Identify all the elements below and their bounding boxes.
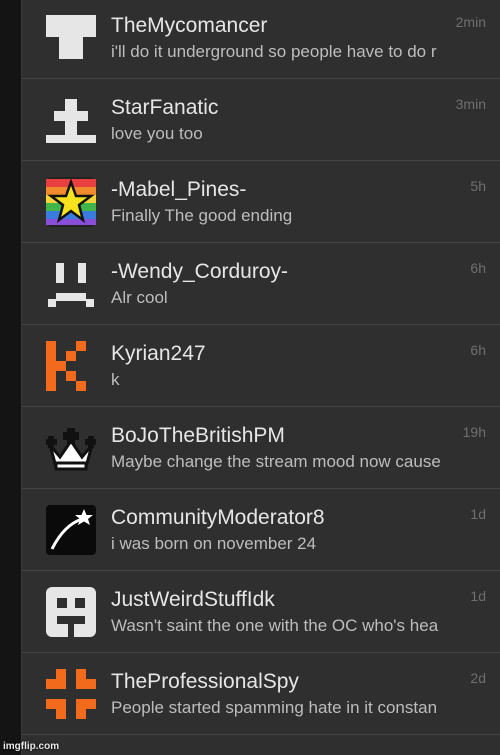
conversation-preview: Finally The good ending [111, 206, 293, 225]
conversation-time: 6h [470, 342, 486, 358]
conversation-row[interactable]: BoJoTheBritishPM Maybe change the stream… [22, 407, 500, 489]
conversation-row[interactable]: Kyrian247 k 6h [22, 325, 500, 407]
conversation-preview: Maybe change the stream mood now cause [111, 452, 441, 471]
conversation-preview: love you too [111, 124, 203, 143]
conversation-row[interactable]: -Mabel_Pines- Finally The good ending 5h [22, 161, 500, 243]
conversation-row[interactable]: CommunityModerator8 i was born on novemb… [22, 489, 500, 571]
conversation-preview: i was born on november 24 [111, 534, 317, 553]
conversation-preview: Alr cool [111, 288, 168, 307]
conversation-row[interactable]: TheMycomancer i'll do it underground so … [22, 0, 500, 79]
conversation-row[interactable]: -Wendy_Corduroy- Alr cool 6h [22, 243, 500, 325]
rainbow-star-icon [46, 177, 96, 227]
conversation-time: 19h [462, 424, 486, 440]
crown-icon [46, 423, 96, 473]
conversation-row[interactable]: JustWeirdStuffIdk Wasn't saint the one w… [22, 571, 500, 653]
conversation-username: JustWeirdStuffIdk [111, 588, 275, 611]
imgflip-watermark: imgflip.com [3, 741, 60, 752]
conversation-time: 3min [455, 96, 486, 112]
conversation-preview: People started spamming hate in it const… [111, 698, 438, 717]
conversation-row[interactable]: TheProfessionalSpy People started spammi… [22, 653, 500, 735]
conversation-preview: i'll do it underground so people have to… [111, 42, 437, 61]
conversation-time: 5h [470, 178, 486, 194]
mushroom-icon [46, 13, 96, 63]
conversation-time: 6h [470, 260, 486, 276]
letter-k-icon [46, 341, 96, 391]
block-face-icon [46, 587, 96, 637]
conversation-username: -Mabel_Pines- [111, 178, 247, 201]
left-edge-strip [0, 0, 21, 755]
conversation-username: StarFanatic [111, 96, 219, 119]
shooting-star-icon [46, 505, 96, 555]
conversation-username: -Wendy_Corduroy- [111, 260, 289, 283]
conversation-row[interactable]: StarFanatic love you too 3min [22, 79, 500, 161]
conversation-preview: Wasn't saint the one with the OC who's h… [111, 616, 439, 635]
conversation-time: 1d [470, 588, 486, 604]
conversation-list: TheMycomancer i'll do it underground so … [21, 0, 500, 755]
conversation-time: 2d [470, 670, 486, 686]
conversation-time: 2min [455, 14, 486, 30]
conversation-username: TheProfessionalSpy [111, 670, 299, 693]
conversation-time: 1d [470, 506, 486, 522]
frown-face-icon [46, 259, 96, 309]
conversation-username: TheMycomancer [111, 14, 268, 37]
conversation-username: Kyrian247 [111, 342, 206, 365]
conversation-username: BoJoTheBritishPM [111, 424, 285, 447]
conversation-username: CommunityModerator8 [111, 506, 325, 529]
corners-icon [46, 669, 96, 719]
gravestone-cross-icon [46, 95, 96, 145]
conversation-preview: k [111, 370, 120, 389]
